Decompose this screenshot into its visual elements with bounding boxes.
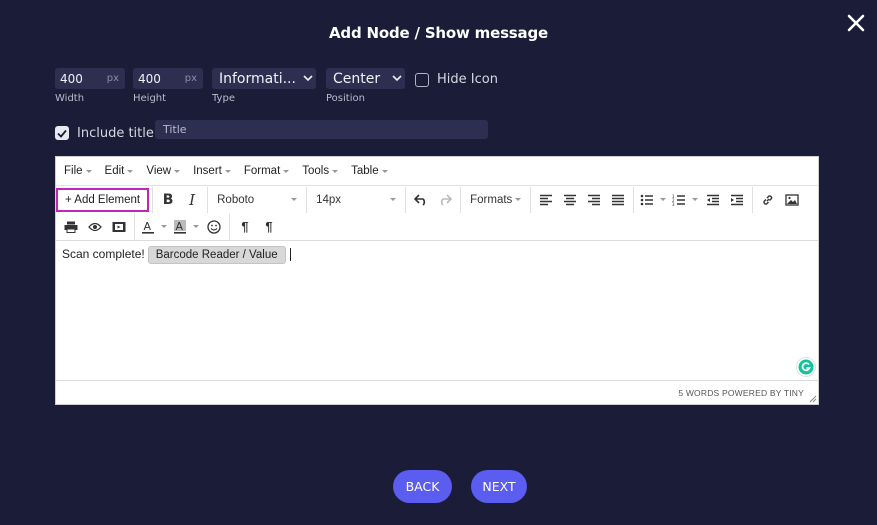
menu-format[interactable]: Format [239,165,294,177]
height-value: 400 [138,71,161,86]
redo-icon[interactable] [433,188,457,212]
position-value: Center [333,70,381,87]
align-justify-icon[interactable] [606,188,630,212]
variable-chip[interactable]: Barcode Reader / Value [147,246,286,264]
outdent-icon[interactable] [701,188,725,212]
type-select[interactable]: Informati... [212,68,316,89]
status-text: 5 WORDS POWERED BY TINY [678,387,804,398]
rtl-icon[interactable]: ¶ [257,215,281,239]
back-button[interactable]: BACK [393,470,452,503]
italic-icon[interactable]: I [180,188,204,212]
title-input[interactable] [155,120,488,139]
close-icon[interactable] [845,12,867,34]
editor-menubar: File Edit View Insert Format Tools Table [56,157,818,185]
align-left-icon[interactable] [534,188,558,212]
editor-content[interactable]: Scan complete! Barcode Reader / Value [56,241,818,381]
grammarly-icon[interactable] [796,357,816,377]
chevron-down-icon[interactable] [190,215,202,239]
editor-statusbar: 5 WORDS POWERED BY TINY [56,380,818,404]
link-icon[interactable] [756,188,780,212]
ltr-icon[interactable]: ¶ [233,215,257,239]
formats-select[interactable]: Formats [464,188,527,212]
bullet-list-icon[interactable] [637,188,657,212]
image-icon[interactable] [780,188,804,212]
width-unit: px [106,73,119,84]
height-input[interactable]: 400 px [133,68,203,89]
menu-view[interactable]: View [141,165,185,177]
hide-icon-label: Hide Icon [437,72,498,87]
type-value: Informati... [219,70,296,87]
dialog-title: Add Node / Show message [329,24,548,42]
text-cursor [289,248,291,262]
width-input[interactable]: 400 px [55,68,125,89]
check-icon [57,129,67,138]
menu-file[interactable]: File [59,165,97,177]
type-label: Type [212,93,235,104]
height-unit: px [184,73,197,84]
chevron-down-icon[interactable] [158,215,170,239]
include-title-label: Include title [77,126,154,141]
menu-table[interactable]: Table [346,165,393,177]
next-button[interactable]: NEXT [471,470,527,503]
resize-handle-icon[interactable] [809,395,817,403]
bold-icon[interactable]: B [156,188,180,212]
hide-icon-checkbox[interactable] [415,73,429,87]
menu-edit[interactable]: Edit [100,165,139,177]
svg-text:A: A [144,220,152,233]
editor-toolbar-row-1: + Add Element B I Roboto 14px Formats 1 … [56,185,818,213]
chevron-down-icon [300,68,316,89]
align-center-icon[interactable] [558,188,582,212]
font-size-select[interactable]: 14px [310,188,402,212]
rich-text-editor: File Edit View Insert Format Tools Table… [55,156,819,405]
include-title-checkbox[interactable] [55,126,69,140]
height-label: Height [133,93,167,104]
font-family-select[interactable]: Roboto [211,188,303,212]
editor-toolbar-row-2: A A ¶ ¶ [56,213,818,241]
background-color-icon[interactable]: A [170,215,190,239]
width-label: Width [55,93,85,104]
emoji-icon[interactable] [202,215,226,239]
preview-icon[interactable] [83,215,107,239]
position-select[interactable]: Center [326,68,405,89]
add-element-button[interactable]: + Add Element [56,187,150,212]
chevron-down-icon [389,68,405,89]
chevron-down-icon[interactable] [657,188,669,212]
chevron-down-icon[interactable] [689,188,701,212]
indent-icon[interactable] [725,188,749,212]
svg-text:A: A [176,220,184,233]
numbered-list-icon[interactable]: 123 [669,188,689,212]
undo-icon[interactable] [409,188,433,212]
width-value: 400 [60,71,83,86]
align-right-icon[interactable] [582,188,606,212]
content-text: Scan complete! [62,247,145,261]
text-color-icon[interactable]: A [138,215,158,239]
position-label: Position [326,93,365,104]
media-icon[interactable] [107,215,131,239]
svg-text:3: 3 [672,202,675,206]
menu-insert[interactable]: Insert [188,165,236,177]
print-icon[interactable] [59,215,83,239]
menu-tools[interactable]: Tools [297,165,343,177]
